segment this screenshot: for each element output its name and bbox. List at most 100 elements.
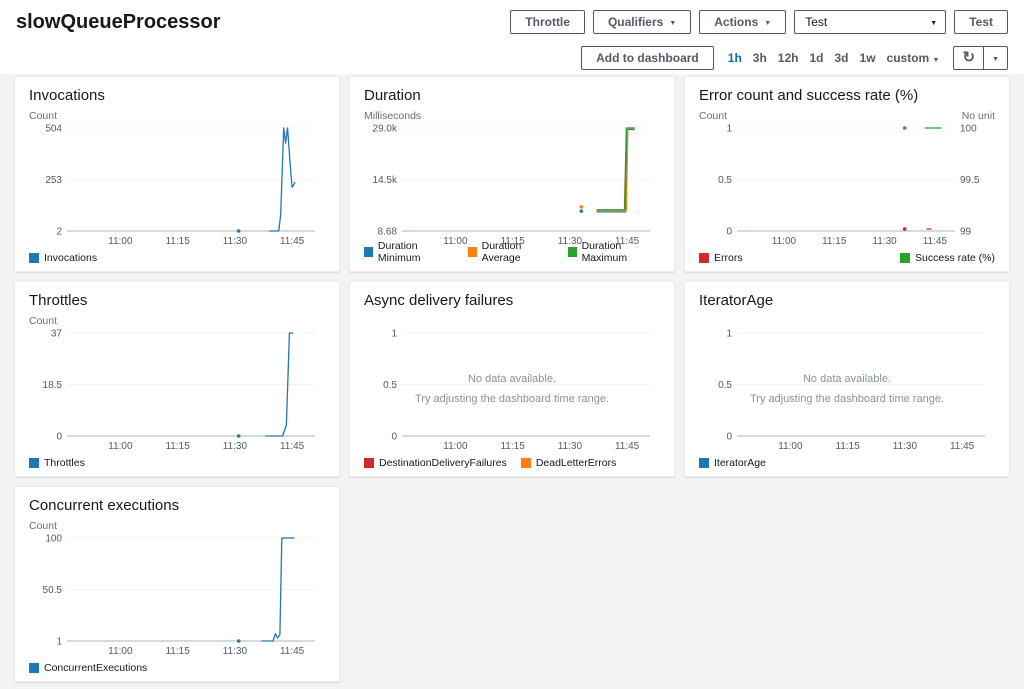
chart-plot-area[interactable]: 29.0k14.5k8.6811:0011:1511:3011:45: [364, 122, 660, 237]
no-data-message: No data available.Try adjusting the dash…: [699, 370, 995, 410]
chart-plot-area[interactable]: 10.5011:0011:1511:3011:45No data availab…: [699, 327, 995, 454]
svg-text:11:15: 11:15: [165, 236, 190, 247]
legend-item[interactable]: DeadLetterErrors: [521, 457, 617, 469]
chart-iterator-age: IteratorAge 10.5011:0011:1511:3011:45No …: [684, 281, 1010, 477]
svg-text:11:30: 11:30: [893, 441, 918, 452]
chart-legend: Throttles: [29, 454, 325, 472]
svg-text:14.5k: 14.5k: [373, 175, 398, 186]
chart-legend: IteratorAge: [699, 454, 995, 472]
chart-plot-area[interactable]: 10.5010099.59911:0011:1511:3011:45: [699, 122, 995, 249]
chevron-down-icon: ▼: [930, 20, 937, 27]
range-custom[interactable]: custom ▼: [887, 51, 940, 65]
svg-text:11:15: 11:15: [835, 441, 860, 452]
chart-title: Duration: [364, 87, 660, 104]
svg-text:11:00: 11:00: [443, 236, 468, 247]
range-1h[interactable]: 1h: [728, 51, 742, 65]
refresh-options-button[interactable]: ▼: [983, 46, 1008, 70]
chevron-down-icon: ▼: [992, 56, 999, 63]
svg-text:11:30: 11:30: [223, 441, 248, 452]
svg-text:504: 504: [45, 124, 62, 135]
chart-plot-area[interactable]: 10.5011:0011:1511:3011:45No data availab…: [364, 327, 660, 454]
time-range-selector: 1h 3h 12h 1d 3d 1w custom ▼: [728, 51, 940, 65]
svg-text:11:15: 11:15: [165, 646, 190, 657]
svg-text:11:00: 11:00: [108, 646, 133, 657]
legend-item[interactable]: IteratorAge: [699, 457, 766, 469]
legend-color-chip: [699, 458, 709, 468]
svg-text:11:00: 11:00: [108, 441, 133, 452]
qualifiers-button[interactable]: Qualifiers ▼: [593, 10, 691, 34]
svg-text:11:30: 11:30: [872, 236, 897, 247]
svg-text:11:00: 11:00: [778, 441, 803, 452]
chart-error-count-success-rate: Error count and success rate (%) CountNo…: [684, 76, 1010, 272]
chart-plot-area[interactable]: 10050.5111:0011:1511:3011:45: [29, 532, 325, 659]
range-3h[interactable]: 3h: [753, 51, 767, 65]
chevron-down-icon: ▼: [764, 20, 771, 27]
legend-item[interactable]: Throttles: [29, 457, 85, 469]
chevron-down-icon: ▼: [933, 57, 940, 64]
legend-label: DeadLetterErrors: [536, 457, 617, 469]
legend-label: Invocations: [44, 252, 97, 264]
legend-color-chip: [699, 253, 709, 263]
actions-button[interactable]: Actions ▼: [699, 10, 786, 34]
svg-text:11:15: 11:15: [500, 236, 525, 247]
legend-label: ConcurrentExecutions: [44, 662, 147, 674]
svg-text:18.5: 18.5: [43, 380, 63, 391]
refresh-button[interactable]: ↻: [953, 46, 983, 70]
chart-title: Throttles: [29, 292, 325, 309]
svg-text:253: 253: [45, 175, 62, 186]
legend-color-chip: [521, 458, 531, 468]
range-1d[interactable]: 1d: [809, 51, 823, 65]
svg-text:0: 0: [391, 432, 397, 443]
legend-item[interactable]: ConcurrentExecutions: [29, 662, 147, 674]
test-event-selected-value: Test: [805, 15, 827, 29]
range-12h[interactable]: 12h: [778, 51, 799, 65]
legend-item[interactable]: Success rate (%): [900, 252, 995, 264]
chart-title: Error count and success rate (%): [699, 87, 995, 104]
y-axis-unit-label: Count: [699, 110, 727, 122]
svg-text:11:15: 11:15: [165, 441, 190, 452]
chevron-down-icon: ▼: [669, 20, 676, 27]
svg-text:11:45: 11:45: [615, 236, 640, 247]
throttle-button[interactable]: Throttle: [510, 10, 585, 34]
chart-title: IteratorAge: [699, 292, 995, 309]
range-3d[interactable]: 3d: [835, 51, 849, 65]
svg-text:99.5: 99.5: [960, 175, 980, 186]
svg-text:100: 100: [960, 124, 977, 135]
svg-text:1: 1: [726, 124, 732, 135]
legend-item[interactable]: DestinationDeliveryFailures: [364, 457, 507, 469]
test-button[interactable]: Test: [954, 10, 1008, 34]
chart-plot-area[interactable]: 504253211:0011:1511:3011:45: [29, 122, 325, 249]
chart-legend: Invocations: [29, 249, 325, 267]
chart-legend: ConcurrentExecutions: [29, 659, 325, 677]
svg-text:2: 2: [56, 227, 62, 238]
legend-item[interactable]: Invocations: [29, 252, 97, 264]
page-header: slowQueueProcessor Throttle Qualifiers ▼…: [0, 0, 1024, 74]
y-axis-unit-label: Count: [29, 315, 57, 327]
svg-text:29.0k: 29.0k: [373, 124, 398, 135]
chart-title: Async delivery failures: [364, 292, 660, 309]
svg-text:11:45: 11:45: [280, 236, 305, 247]
header-actions: Throttle Qualifiers ▼ Actions ▼ Test ▼ T…: [510, 10, 1008, 34]
y-axis-unit-label: Count: [29, 520, 57, 532]
svg-text:11:45: 11:45: [280, 646, 305, 657]
svg-text:11:45: 11:45: [950, 441, 975, 452]
svg-text:11:45: 11:45: [280, 441, 305, 452]
svg-text:11:15: 11:15: [822, 236, 847, 247]
svg-text:11:30: 11:30: [223, 236, 248, 247]
chart-throttles: Throttles Count 3718.5011:0011:1511:3011…: [14, 281, 340, 477]
test-event-select[interactable]: Test ▼: [794, 10, 946, 34]
chart-plot-area[interactable]: 3718.5011:0011:1511:3011:45: [29, 327, 325, 454]
svg-text:1: 1: [391, 329, 397, 340]
svg-text:11:15: 11:15: [500, 441, 525, 452]
legend-label: Errors: [714, 252, 743, 264]
legend-color-chip: [900, 253, 910, 263]
svg-text:0: 0: [726, 227, 732, 238]
legend-item[interactable]: Errors: [699, 252, 743, 264]
range-1w[interactable]: 1w: [860, 51, 876, 65]
legend-color-chip: [29, 253, 39, 263]
svg-text:11:45: 11:45: [923, 236, 948, 247]
legend-label: Success rate (%): [915, 252, 995, 264]
svg-text:100: 100: [45, 534, 62, 545]
add-to-dashboard-button[interactable]: Add to dashboard: [581, 46, 714, 70]
svg-text:11:00: 11:00: [772, 236, 797, 247]
